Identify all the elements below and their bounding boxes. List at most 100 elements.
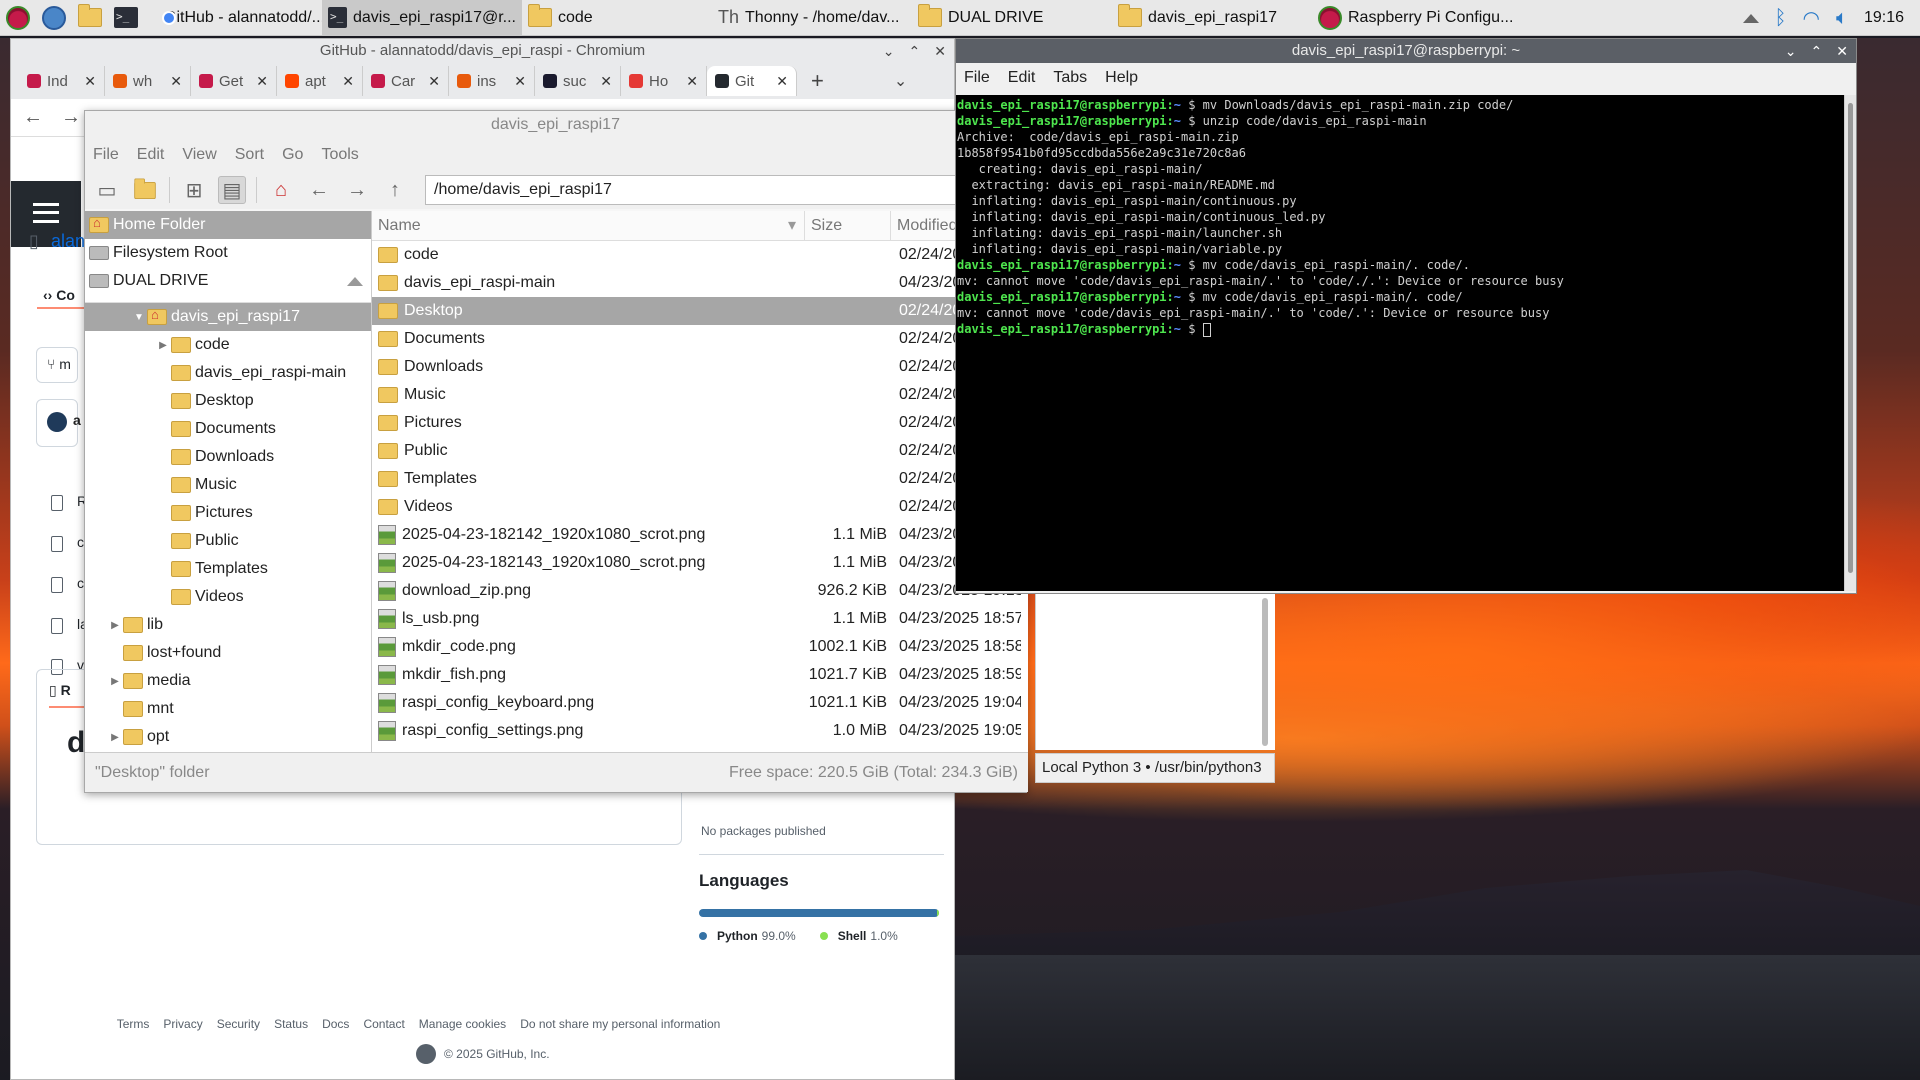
taskbar-task[interactable]: code (522, 0, 712, 36)
tab-close-icon[interactable]: ✕ (776, 73, 788, 90)
tree-item[interactable]: ▶ lib (85, 611, 371, 639)
places-item[interactable]: DUAL DRIVE (85, 267, 371, 295)
maximize-icon[interactable]: ⌃ (909, 39, 921, 63)
up-arrow-icon[interactable]: ↑ (381, 176, 409, 204)
list-view-icon[interactable]: ▤ (218, 176, 246, 204)
maximize-icon[interactable]: ⌃ (1811, 39, 1823, 63)
eject-icon[interactable] (347, 276, 363, 286)
terminal-titlebar[interactable]: davis_epi_raspi17@raspberrypi: ~ ⌄ ⌃ ✕ (956, 39, 1856, 63)
footer-link[interactable]: Terms (117, 1017, 150, 1031)
repo-owner-link[interactable]: alan (51, 231, 85, 252)
tree-item[interactable]: Downloads (85, 443, 371, 471)
fm-menu-item[interactable]: Tools (321, 146, 358, 164)
footer-link[interactable]: Manage cookies (419, 1017, 506, 1031)
tree-item[interactable]: Music (85, 471, 371, 499)
browser-tab[interactable]: Car ✕ (363, 66, 449, 96)
tree-item[interactable]: Public (85, 527, 371, 555)
clock[interactable]: 19:16 (1864, 9, 1904, 27)
tab-search-icon[interactable]: ⌄ (894, 71, 907, 91)
browser-tab[interactable]: suc ✕ (535, 66, 621, 96)
tab-close-icon[interactable]: ✕ (256, 73, 268, 90)
file-row[interactable]: mkdir_fish.png 1021.7 KiB 04/23/2025 18:59 (372, 661, 1028, 689)
new-folder-button[interactable] (131, 176, 159, 204)
terminal-scrollbar[interactable] (1844, 95, 1856, 591)
close-icon[interactable]: ✕ (1836, 39, 1848, 63)
file-row[interactable]: 2025-04-23-182143_1920x1080_scrot.png 1.1… (372, 549, 1028, 577)
fm-menu-item[interactable]: Sort (235, 146, 264, 164)
tab-close-icon[interactable]: ✕ (514, 73, 526, 90)
language-item[interactable]: Python 99.0% (699, 929, 796, 943)
file-row[interactable]: mkdir_code.png 1002.1 KiB 04/23/2025 18:58 (372, 633, 1028, 661)
file-row[interactable]: code 02/24/2025 (372, 241, 1028, 269)
tree-item[interactable]: ▶ media (85, 667, 371, 695)
minimize-icon[interactable]: ⌄ (883, 39, 895, 63)
file-row[interactable]: Documents 02/24/2025 (372, 325, 1028, 353)
eject-icon[interactable] (1742, 13, 1759, 23)
thonny-shell-area[interactable] (1035, 590, 1275, 750)
thonny-interpreter-status[interactable]: Local Python 3 • /usr/bin/python3 (1035, 753, 1275, 783)
bluetooth-icon[interactable]: ᛒ (1775, 7, 1787, 30)
fm-menu-item[interactable]: File (93, 146, 119, 164)
tree-item[interactable]: Desktop (85, 387, 371, 415)
file-row[interactable]: Music 02/24/2025 (372, 381, 1028, 409)
tree-item[interactable]: Videos (85, 583, 371, 611)
taskbar-task[interactable]: Th Thonny - /home/dav... (712, 0, 912, 36)
browser-launcher[interactable] (36, 0, 72, 36)
volume-icon[interactable]: 🔈︎ (1836, 7, 1848, 30)
wifi-icon[interactable]: ◠ (1803, 6, 1820, 31)
tab-close-icon[interactable]: ✕ (428, 73, 440, 90)
expander-icon[interactable]: ▶ (107, 676, 123, 687)
file-row[interactable]: ls_usb.png 1.1 MiB 04/23/2025 18:57 (372, 605, 1028, 633)
footer-link[interactable]: Privacy (163, 1017, 202, 1031)
places-item[interactable]: Home Folder (85, 211, 371, 239)
fm-menu-item[interactable]: View (182, 146, 216, 164)
tree-item[interactable]: ▶ code (85, 331, 371, 359)
file-manager-launcher[interactable] (72, 0, 108, 36)
new-window-icon[interactable]: ▭ (93, 176, 121, 204)
browser-tab[interactable]: Get ✕ (191, 66, 277, 96)
path-input[interactable]: /home/davis_epi_raspi17 (425, 175, 970, 205)
tab-close-icon[interactable]: ✕ (170, 73, 182, 90)
code-tab[interactable]: ‹› Co (43, 287, 75, 303)
taskbar-task[interactable]: Raspberry Pi Configu... (1312, 0, 1522, 36)
taskbar-task[interactable]: davis_epi_raspi17 (1112, 0, 1312, 36)
footer-link[interactable]: Contact (363, 1017, 404, 1031)
readme-tab[interactable]: ▯ R (49, 682, 71, 699)
forward-icon[interactable]: → (61, 106, 81, 129)
taskbar-task[interactable]: GitHub - alannatodd/... (152, 0, 322, 36)
browser-tab[interactable]: Ind ✕ (19, 66, 105, 96)
back-arrow-icon[interactable]: ← (305, 176, 333, 204)
tree-item[interactable]: mnt (85, 695, 371, 723)
back-icon[interactable]: ← (23, 106, 43, 129)
expander-icon[interactable]: ▶ (155, 340, 171, 351)
expander-icon[interactable]: ▶ (107, 620, 123, 631)
tree-item[interactable]: Pictures (85, 499, 371, 527)
minimize-icon[interactable]: ⌄ (1785, 39, 1797, 63)
terminal-menu-item[interactable]: Edit (1008, 69, 1036, 87)
file-row[interactable]: Public 02/24/2025 (372, 437, 1028, 465)
size-column-header[interactable]: Size (805, 211, 891, 240)
tree-item[interactable]: ▶ opt (85, 723, 371, 751)
github-logo-icon[interactable] (416, 1044, 436, 1064)
new-tab-icon[interactable]: + (811, 68, 824, 94)
close-icon[interactable]: ✕ (934, 39, 946, 63)
tree-item[interactable]: ▼ davis_epi_raspi17 (85, 303, 371, 331)
tree-item[interactable]: Documents (85, 415, 371, 443)
tree-item[interactable]: davis_epi_raspi-main (85, 359, 371, 387)
repo-file-link[interactable]: c (77, 575, 84, 591)
tab-close-icon[interactable]: ✕ (342, 73, 354, 90)
raspberry-menu-button[interactable] (0, 0, 36, 36)
file-row[interactable]: Templates 02/24/2025 (372, 465, 1028, 493)
tab-close-icon[interactable]: ✕ (686, 73, 698, 90)
fm-menu-item[interactable]: Edit (137, 146, 165, 164)
taskbar-task[interactable]: DUAL DRIVE (912, 0, 1112, 36)
terminal-output[interactable]: davis_epi_raspi17@raspberrypi:~ $ mv Dow… (956, 95, 1846, 591)
terminal-launcher[interactable]: >_ (108, 0, 144, 36)
footer-link[interactable]: Security (217, 1017, 260, 1031)
language-item[interactable]: Shell 1.0% (819, 929, 898, 943)
file-row[interactable]: raspi_config_keyboard.png 1021.1 KiB 04/23… (372, 689, 1028, 717)
expander-icon[interactable]: ▼ (131, 312, 147, 323)
file-row[interactable]: download_zip.png926.2 KiB04/23/2025 19:1… (372, 577, 1028, 605)
file-manager-titlebar[interactable]: davis_epi_raspi17 (85, 111, 1026, 139)
terminal-menu-item[interactable]: File (964, 69, 990, 87)
